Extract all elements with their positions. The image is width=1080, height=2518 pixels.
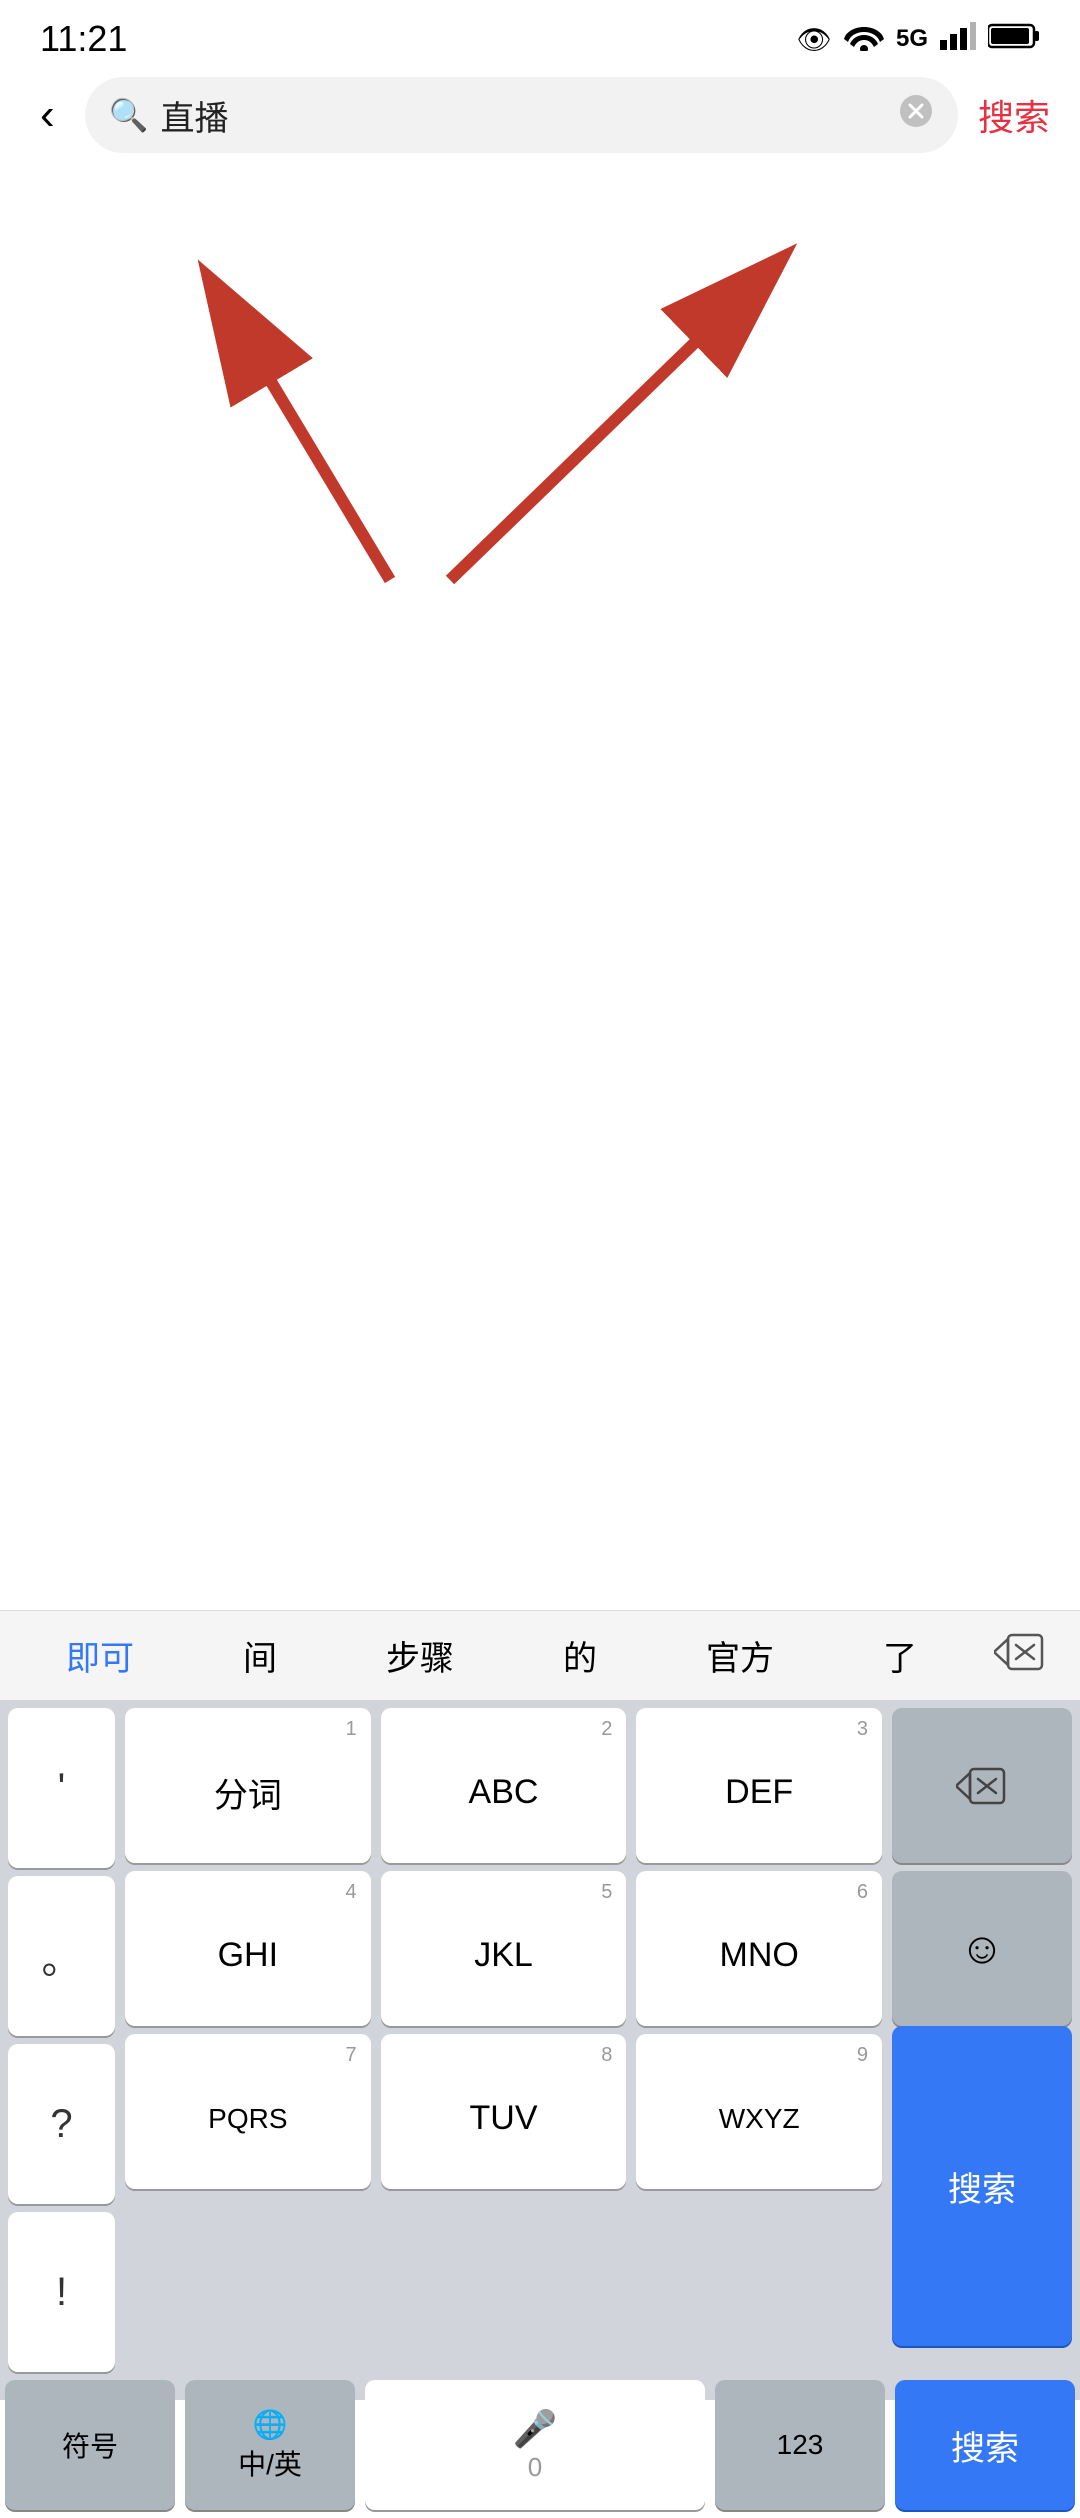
keyboard-bottom-row: 符号 🌐 中/英 🎤 0 123 搜索 (0, 2372, 1080, 2518)
status-bar: 11:21 👁 5G (0, 0, 1080, 70)
ime-suggestion-bar: 即可 间 步骤 的 官方 了 (0, 1610, 1080, 1700)
key-2-abc[interactable]: 2 ABC (381, 1708, 627, 1863)
key-5-num: 5 (601, 1881, 612, 1904)
search-button[interactable]: 搜索 (978, 89, 1050, 141)
search-bar-row: ‹ 🔍 直播 搜索 (0, 70, 1080, 160)
key-7-num: 7 (346, 2044, 357, 2067)
suggestion-item-3[interactable]: 的 (500, 1621, 660, 1690)
key-search[interactable]: 搜索 (892, 2026, 1072, 2346)
key-7-pqrs[interactable]: 7 PQRS (125, 2034, 371, 2189)
keyboard-row-1: 1 分词 2 ABC 3 DEF (120, 1700, 1080, 1863)
mic-icon: 🎤 (513, 2408, 558, 2450)
keyboard-left-col: ' 。 ? ! (0, 1700, 120, 2372)
symbol-label: 符号 (62, 2425, 118, 2465)
key-7-label: PQRS (208, 2103, 287, 2135)
keyboard-row-3: 7 PQRS 8 TUV 9 WXYZ 搜索 (120, 2026, 1080, 2354)
key-4-label: GHI (218, 1936, 278, 1975)
suggestion-item-0[interactable]: 即可 (20, 1621, 180, 1690)
key-comma[interactable]: ' (8, 1708, 115, 1868)
search-bottom-label: 搜索 (951, 2421, 1019, 2470)
status-icons: 👁 5G (796, 21, 1040, 58)
key-6-label: MNO (720, 1936, 799, 1975)
suggestion-delete-button[interactable] (980, 1631, 1060, 1681)
key-8-num: 8 (601, 2044, 612, 2067)
key-emoji[interactable]: ☺ (892, 1871, 1072, 2026)
key-2-label: ABC (469, 1773, 539, 1812)
keyboard-row-2: 4 GHI 5 JKL 6 MNO ☺ (120, 1863, 1080, 2026)
key-2-num: 2 (601, 1718, 612, 1741)
num-label: 123 (777, 2429, 824, 2461)
key-8-tuv[interactable]: 8 TUV (381, 2034, 627, 2189)
key-1-num: 1 (346, 1718, 357, 1741)
suggestion-item-1[interactable]: 间 (180, 1621, 340, 1690)
search-input[interactable]: 直播 (161, 91, 886, 140)
key-period[interactable]: 。 (8, 1876, 115, 2036)
clear-button[interactable] (898, 93, 934, 138)
key-3-num: 3 (857, 1718, 868, 1741)
key-5-label: JKL (474, 1936, 533, 1975)
key-1-label: 分词 (214, 1768, 282, 1817)
key-9-num: 9 (857, 2044, 868, 2067)
suggestion-item-4[interactable]: 官方 (660, 1621, 820, 1690)
back-button[interactable]: ‹ (30, 93, 65, 137)
key-4-ghi[interactable]: 4 GHI (125, 1871, 371, 2026)
key-5-jkl[interactable]: 5 JKL (381, 1871, 627, 2026)
lang-label: 中/英 (238, 2443, 302, 2483)
key-delete[interactable] (892, 1708, 1072, 1863)
wifi-icon (844, 21, 884, 58)
eye-icon: 👁 (796, 23, 832, 56)
search-icon: 🔍 (109, 96, 149, 134)
search-box[interactable]: 🔍 直播 (85, 77, 958, 153)
key-6-mno[interactable]: 6 MNO (636, 1871, 882, 2026)
keyboard: ' 。 ? ! 1 分词 2 ABC 3 (0, 1700, 1080, 2400)
suggestion-item-2[interactable]: 步骤 (340, 1621, 500, 1690)
keyboard-main: ' 。 ? ! 1 分词 2 ABC 3 (0, 1700, 1080, 2372)
keyboard-rows: 1 分词 2 ABC 3 DEF (120, 1700, 1080, 2354)
key-exclaim[interactable]: ! (8, 2212, 115, 2372)
battery-icon (988, 22, 1040, 57)
keyboard-right-area: 1 分词 2 ABC 3 DEF (120, 1700, 1080, 2372)
suggestion-item-5[interactable]: 了 (820, 1621, 980, 1690)
signal-icon: 5G (896, 25, 928, 53)
key-question[interactable]: ? (8, 2044, 115, 2204)
status-time: 11:21 (40, 18, 127, 60)
key-search-label: 搜索 (948, 2162, 1016, 2211)
key-1-fenci[interactable]: 1 分词 (125, 1708, 371, 1863)
key-3-label: DEF (725, 1773, 793, 1812)
bars-icon (940, 22, 976, 57)
annotation-arrows (0, 160, 1080, 680)
space-zero-label: 0 (528, 2452, 542, 2483)
key-3-def[interactable]: 3 DEF (636, 1708, 882, 1863)
key-4-num: 4 (346, 1881, 357, 1904)
key-9-label: WXYZ (719, 2103, 800, 2135)
key-8-label: TUV (470, 2099, 538, 2138)
globe-icon: 🌐 (253, 2408, 288, 2441)
key-9-wxyz[interactable]: 9 WXYZ (636, 2034, 882, 2189)
key-6-num: 6 (857, 1881, 868, 1904)
